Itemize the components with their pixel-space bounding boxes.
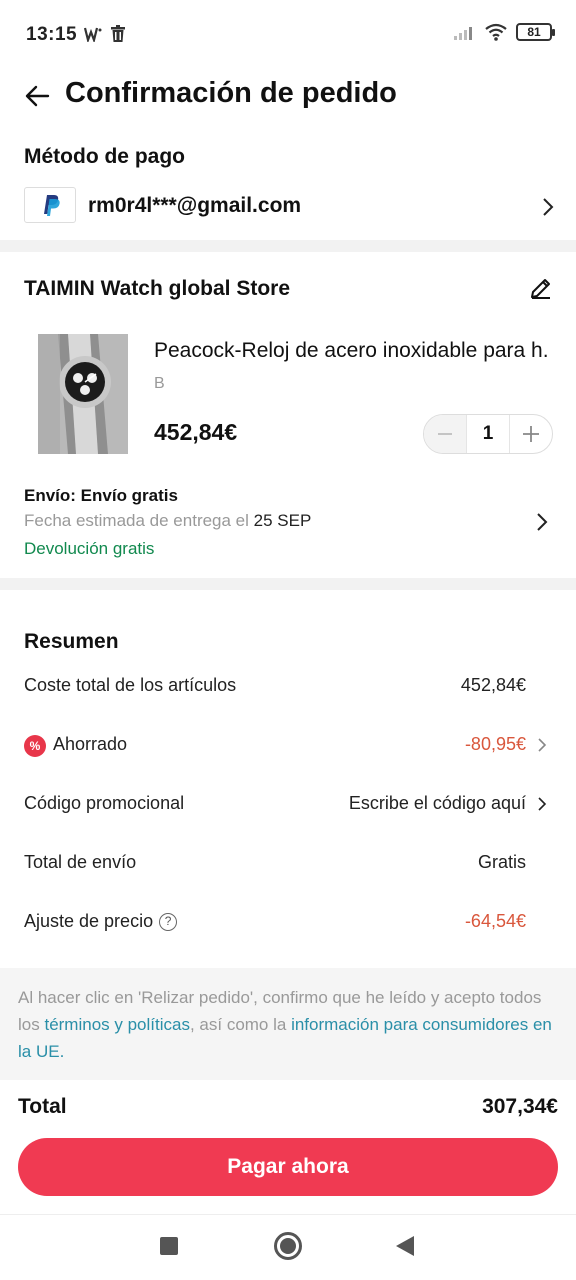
- summary-value: -64,54€: [464, 911, 526, 931]
- shipping-date-value: 25 SEP: [253, 511, 312, 530]
- quantity-stepper: 1: [423, 414, 553, 454]
- system-nav-bar: [0, 1214, 576, 1280]
- summary-row-price-adjustment: Ajuste de precio? -64,54€: [0, 907, 576, 937]
- signal-icon: [454, 27, 472, 40]
- shipping-title: Envío: Envío gratis: [24, 486, 178, 505]
- back-arrow-icon[interactable]: [22, 80, 54, 112]
- quantity-value[interactable]: 1: [466, 415, 510, 453]
- page-title: Confirmación de pedido: [65, 77, 397, 109]
- status-right-icons: 81: [454, 23, 555, 41]
- payment-method-row[interactable]: rm0r4l***@gmail.com: [0, 182, 576, 232]
- summary-label-wrap: Ajuste de precio?: [24, 911, 178, 932]
- summary-row-saved[interactable]: % Ahorrado -80,95€: [0, 730, 576, 760]
- product-variant: B: [154, 375, 165, 392]
- terms-link[interactable]: términos y políticas: [44, 1015, 190, 1034]
- home-circle-icon[interactable]: [274, 1232, 302, 1260]
- percent-discount-icon: %: [24, 735, 46, 757]
- status-left-icons: [84, 25, 126, 43]
- product-image[interactable]: [38, 334, 128, 454]
- header: Confirmación de pedido: [0, 68, 576, 124]
- chevron-right-icon[interactable]: [537, 796, 547, 812]
- recents-square-icon[interactable]: [160, 1237, 178, 1255]
- summary-label: Código promocional: [24, 793, 185, 813]
- quantity-plus-button[interactable]: [510, 415, 552, 453]
- promo-code-input[interactable]: Escribe el código aquí: [349, 793, 526, 814]
- minus-icon: [438, 433, 452, 435]
- summary-label: Ahorrado: [53, 734, 128, 754]
- product-name[interactable]: Peacock-Reloj de acero inoxidable para h…: [154, 339, 550, 363]
- wifi-icon: [485, 23, 507, 41]
- summary-row-promo-code[interactable]: Código promocional Escribe el código aqu…: [0, 789, 576, 819]
- trash-icon: [111, 25, 125, 42]
- summary-title: Resumen: [24, 630, 119, 653]
- total-value: 307,34€: [482, 1095, 558, 1118]
- store-name: TAIMIN Watch global Store: [24, 277, 290, 300]
- summary-value: Gratis: [477, 852, 526, 872]
- plus-icon: [523, 426, 539, 442]
- payment-email: rm0r4l***@gmail.com: [88, 194, 302, 217]
- shipping-chevron-right-icon[interactable]: [535, 512, 549, 532]
- divider: [0, 240, 576, 252]
- free-return-label: Devolución gratis: [24, 539, 155, 558]
- legal-text: , así como la: [189, 1015, 287, 1034]
- divider: [0, 578, 576, 590]
- shipping-date: Fecha estimada de entrega el 25 SEP: [24, 511, 311, 531]
- summary-label: Total de envío: [24, 852, 137, 872]
- chevron-right-icon[interactable]: [537, 737, 547, 753]
- battery-indicator: 81: [516, 23, 555, 41]
- summary-row-items-total: Coste total de los artículos 452,84€: [0, 671, 576, 701]
- summary-value: 452,84€: [460, 675, 526, 695]
- shipping-date-label: Fecha estimada de entrega el: [24, 511, 249, 530]
- summary-value: -80,95€: [464, 734, 526, 754]
- help-question-icon[interactable]: ?: [159, 913, 178, 931]
- edit-pencil-icon[interactable]: [528, 275, 554, 301]
- total-label: Total: [18, 1095, 67, 1118]
- quantity-minus-button[interactable]: [424, 415, 466, 453]
- status-bar: 13:15 81: [0, 0, 576, 68]
- summary-label: Ajuste de precio: [24, 911, 154, 931]
- chevron-right-icon[interactable]: [541, 197, 555, 217]
- back-triangle-icon[interactable]: [396, 1236, 414, 1256]
- notification-w-icon: [84, 27, 102, 42]
- legal-notice: Al hacer clic en 'Relizar pedido', confi…: [0, 968, 576, 1080]
- payment-section-title: Método de pago: [24, 145, 185, 168]
- paypal-icon: [24, 187, 76, 223]
- product-price: 452,84€: [154, 419, 238, 445]
- summary-row-shipping-total: Total de envío Gratis: [0, 848, 576, 878]
- pay-now-button[interactable]: Pagar ahora: [18, 1138, 558, 1196]
- summary-label: Coste total de los artículos: [24, 675, 237, 695]
- status-time: 13:15: [26, 24, 78, 45]
